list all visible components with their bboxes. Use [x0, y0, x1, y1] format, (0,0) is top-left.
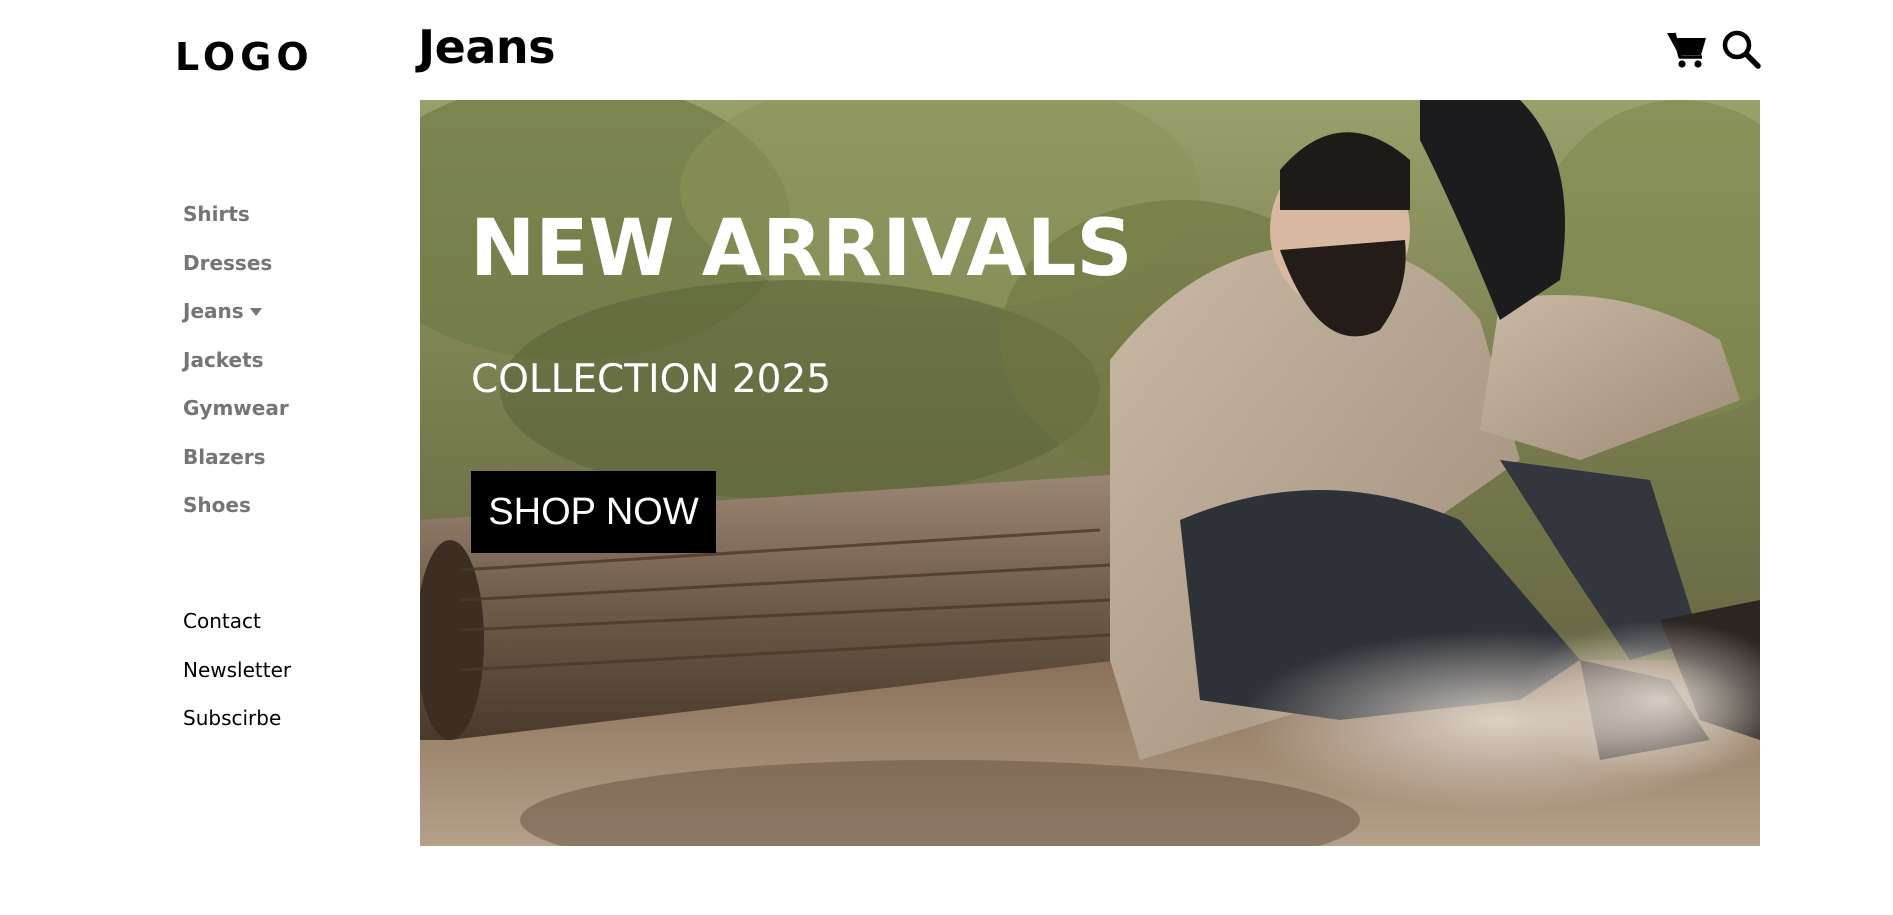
sidebar-item-label: Contact — [183, 609, 261, 634]
sidebar-item-blazers[interactable]: Blazers — [183, 433, 289, 482]
page-title: Jeans — [418, 20, 555, 74]
shopping-cart-icon — [1667, 32, 1706, 68]
shop-now-button[interactable]: SHOP NOW — [471, 471, 716, 553]
page: LOGO Shirts Dresses Jeans Jackets Gymwea… — [0, 0, 1893, 915]
hero-subtitle: COLLECTION 2025 — [471, 357, 832, 402]
sidebar-item-label: Jackets — [183, 347, 264, 372]
search-button[interactable] — [1719, 28, 1763, 72]
sidebar-item-label: Subscirbe — [183, 706, 282, 731]
caret-down-icon — [249, 308, 262, 317]
sidebar-item-label: Dresses — [183, 250, 273, 275]
primary-nav: Shirts Dresses Jeans Jackets Gymwear Bla… — [183, 190, 289, 530]
secondary-nav: Contact Newsletter Subscirbe — [183, 597, 291, 743]
sidebar-item-newsletter[interactable]: Newsletter — [183, 646, 291, 695]
sidebar-item-subscribe[interactable]: Subscirbe — [183, 694, 291, 743]
sidebar-item-label: Blazers — [183, 444, 266, 469]
sidebar-item-label: Shirts — [183, 202, 250, 227]
sidebar-item-label: Newsletter — [183, 657, 292, 682]
sidebar-item-jackets[interactable]: Jackets — [183, 336, 289, 385]
sidebar-item-dresses[interactable]: Dresses — [183, 239, 289, 288]
cart-button[interactable] — [1665, 28, 1709, 72]
hero-title: NEW ARRIVALS — [470, 204, 1133, 294]
hero-banner: NEW ARRIVALS COLLECTION 2025 SHOP NOW — [420, 100, 1760, 846]
sidebar-item-gymwear[interactable]: Gymwear — [183, 384, 289, 433]
sidebar-item-label: Gymwear — [183, 396, 289, 421]
sidebar-item-jeans[interactable]: Jeans — [183, 287, 289, 336]
sidebar-item-shirts[interactable]: Shirts — [183, 190, 289, 239]
sidebar-item-shoes[interactable]: Shoes — [183, 481, 289, 530]
sidebar-item-label: Jeans — [183, 299, 244, 324]
sidebar-item-label: Shoes — [183, 493, 251, 518]
sidebar-item-contact[interactable]: Contact — [183, 597, 291, 646]
header-icons — [1665, 28, 1763, 72]
sidebar: LOGO Shirts Dresses Jeans Jackets Gymwea… — [0, 0, 400, 915]
logo[interactable]: LOGO — [175, 38, 314, 76]
search-icon — [1722, 30, 1761, 69]
